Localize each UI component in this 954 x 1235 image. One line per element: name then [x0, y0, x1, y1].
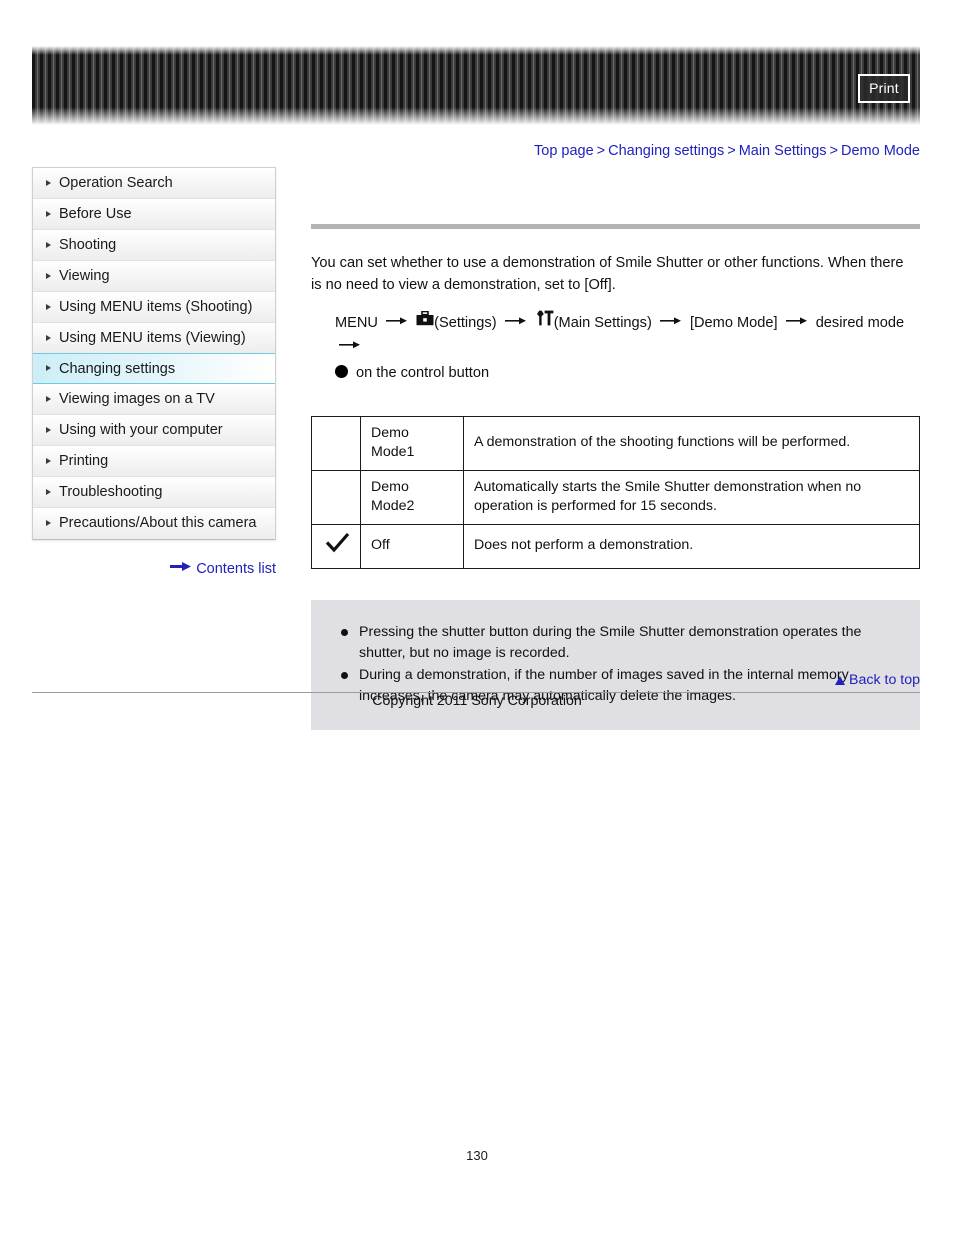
triangle-right-icon [46, 179, 51, 186]
triangle-right-icon [46, 210, 51, 217]
sidebar-item-label: Troubleshooting [59, 484, 163, 500]
arrow-right-icon [339, 334, 361, 358]
sidebar-item-shooting[interactable]: Shooting [33, 230, 275, 261]
sidebar-item-using-with-your-computer[interactable]: Using with your computer [33, 415, 275, 446]
sidebar-item-precautions-about-this-camera[interactable]: Precautions/About this camera [33, 508, 275, 539]
header-banner: Print [32, 46, 920, 125]
triangle-right-icon [46, 457, 51, 464]
sidebar-item-label: Precautions/About this camera [59, 515, 257, 531]
note-text: Pressing the shutter button during the S… [359, 623, 862, 661]
triangle-right-icon [46, 488, 51, 495]
checkmark-icon [325, 532, 350, 560]
contents-list-label: Contents list [196, 561, 276, 577]
sidebar-item-label: Changing settings [59, 361, 176, 377]
notes-box: Pressing the shutter button during the S… [311, 599, 920, 730]
table-cell-description: Does not perform a demonstration. [463, 523, 920, 569]
sidebar-item-label: Viewing images on a TV [59, 391, 215, 407]
triangle-right-icon [46, 334, 51, 341]
arrow-right-icon [504, 310, 527, 334]
center-button-circle-icon [335, 365, 348, 379]
section-divider [311, 224, 920, 229]
table-cell-check [311, 469, 361, 525]
sidebar-item-printing[interactable]: Printing [33, 446, 275, 477]
page-number: 130 [466, 1148, 488, 1163]
arrow-right-icon [386, 310, 408, 334]
bullet-icon [341, 671, 348, 679]
main-settings-label: (Main Settings) [553, 314, 652, 331]
triangle-right-icon [46, 520, 51, 526]
demo-mode-options-table: Demo Mode1 A demonstration of the shooti… [311, 415, 920, 569]
table-row: Off Does not perform a demonstration. [311, 523, 920, 569]
table-cell-mode-name: Demo Mode1 [360, 415, 464, 471]
header-stripe-pattern [32, 46, 920, 125]
menu-path-start: MENU [335, 314, 378, 331]
main-settings-tool-icon [535, 310, 554, 334]
breadcrumb-item-demo-mode[interactable]: Demo Mode [841, 143, 920, 159]
control-button-label: on the control button [356, 364, 490, 381]
triangle-right-icon [46, 365, 51, 371]
sidebar-item-label: Using MENU items (Viewing) [59, 330, 246, 346]
triangle-right-icon [46, 272, 51, 279]
intro-paragraph: You can set whether to use a demonstrati… [311, 255, 904, 293]
sidebar-item-changing-settings[interactable]: Changing settings [33, 353, 275, 384]
sidebar-item-using-menu-items-viewing[interactable]: Using MENU items (Viewing) [33, 323, 275, 354]
arrow-right-icon [785, 310, 808, 334]
breadcrumb-item-top-page[interactable]: Top page [534, 143, 594, 159]
bullet-icon [341, 628, 348, 636]
breadcrumb-separator: > [596, 143, 606, 159]
back-to-top-link[interactable]: Back to top [835, 672, 920, 688]
sidebar-item-before-use[interactable]: Before Use [33, 199, 275, 230]
main-content: You can set whether to use a demonstrati… [311, 167, 920, 730]
print-button[interactable]: Print [858, 74, 910, 103]
sidebar-item-label: Shooting [59, 237, 117, 253]
triangle-right-icon [46, 303, 51, 310]
sidebar-item-operation-search[interactable]: Operation Search [33, 168, 275, 199]
copyright-text: Copyright 2011 Sony Corporation [372, 693, 582, 709]
settings-label: (Settings) [434, 314, 497, 331]
table-cell-check [311, 415, 361, 471]
breadcrumb: Top page > Changing settings > Main Settings… [534, 143, 920, 159]
sidebar-item-label: Using MENU items (Shooting) [59, 299, 253, 315]
sidebar-navigation: Operation Search Before Use Shooting Vie… [32, 167, 276, 540]
sidebar-item-viewing[interactable]: Viewing [33, 261, 275, 292]
triangle-up-icon [835, 676, 846, 685]
list-item: Pressing the shutter button during the S… [341, 622, 892, 664]
breadcrumb-separator: > [829, 143, 839, 159]
table-cell-mode-name: Off [360, 523, 464, 569]
breadcrumb-item-changing-settings[interactable]: Changing settings [608, 143, 724, 159]
breadcrumb-item-main-settings[interactable]: Main Settings [739, 143, 827, 159]
triangle-right-icon [46, 395, 51, 402]
menu-path-instruction: MENU (Settings) (Main Settings) [Demo Mo… [335, 310, 915, 385]
sidebar-item-label: Before Use [59, 206, 132, 222]
arrow-right-icon [659, 310, 682, 334]
table-cell-mode-name: Demo Mode2 [360, 469, 464, 525]
arrow-right-icon [170, 560, 192, 576]
sidebar-item-viewing-images-on-a-tv[interactable]: Viewing images on a TV [33, 384, 275, 415]
control-button-line: on the control button [335, 361, 915, 385]
sidebar-item-label: Using with your computer [59, 422, 223, 438]
table-cell-check [311, 523, 361, 569]
contents-list-link[interactable]: Contents list [32, 561, 276, 577]
triangle-right-icon [46, 241, 51, 248]
sidebar-item-label: Viewing [59, 268, 110, 284]
breadcrumb-separator: > [727, 143, 736, 159]
table-cell-description: A demonstration of the shooting function… [463, 415, 920, 471]
back-to-top-label: Back to top [849, 672, 920, 688]
sidebar-item-label: Printing [59, 453, 109, 469]
table-row: Demo Mode2 Automatically starts the Smil… [311, 469, 920, 525]
sidebar-item-label: Operation Search [59, 175, 173, 191]
settings-toolbox-icon [416, 310, 434, 334]
demo-mode-label: [Demo Mode] [689, 314, 778, 331]
table-row: Demo Mode1 A demonstration of the shooti… [311, 415, 920, 471]
sidebar-item-using-menu-items-shooting[interactable]: Using MENU items (Shooting) [33, 292, 275, 323]
sidebar-item-troubleshooting[interactable]: Troubleshooting [33, 477, 275, 508]
table-cell-description: Automatically starts the Smile Shutter d… [463, 469, 920, 525]
triangle-right-icon [46, 426, 51, 433]
desired-mode-label: desired mode [815, 314, 905, 331]
